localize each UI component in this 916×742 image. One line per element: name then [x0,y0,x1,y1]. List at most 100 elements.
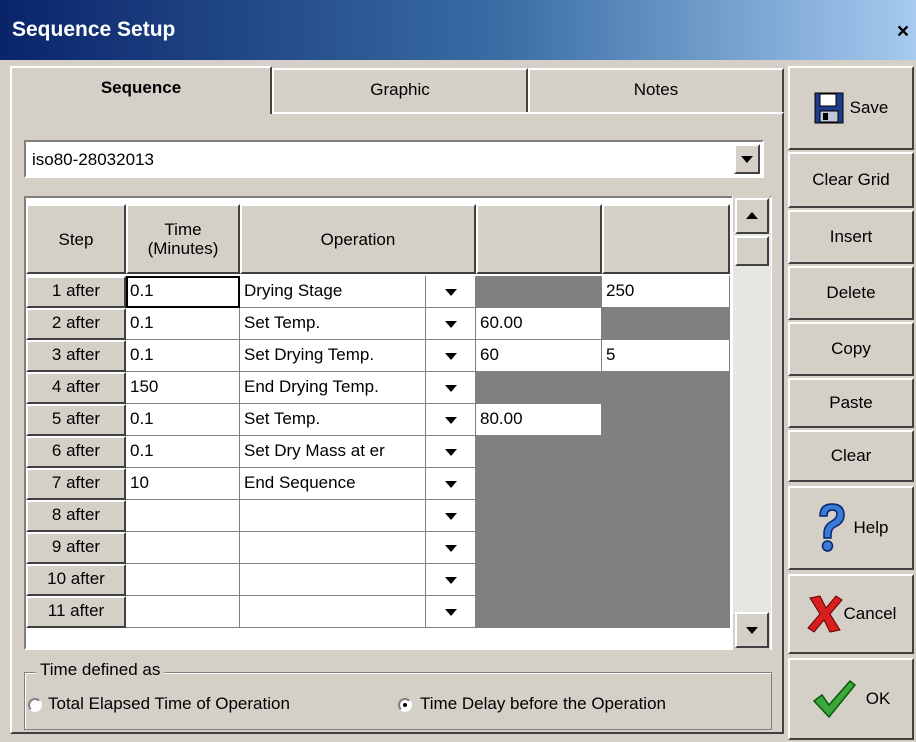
row-step-cell[interactable]: 7 after [26,468,126,500]
cancel-button[interactable]: Cancel [788,574,914,654]
operation-cell[interactable]: Set Temp. [240,308,426,340]
tab-notes[interactable]: Notes [528,68,784,112]
row-step-cell[interactable]: 4 after [26,372,126,404]
radio-total-elapsed-label[interactable]: Total Elapsed Time of Operation [48,694,290,714]
header-column-5[interactable] [602,204,730,274]
operation-dropdown-button[interactable] [426,468,476,500]
time-cell[interactable]: 0.1 [126,308,240,340]
table-row[interactable]: 4 after 150 End Drying Temp. [26,372,770,404]
sequence-select-dropdown-button[interactable] [734,144,760,174]
sequence-select[interactable]: iso80-28032013 [24,140,764,178]
operation-dropdown-button[interactable] [426,404,476,436]
row-step-cell[interactable]: 11 after [26,596,126,628]
time-cell[interactable]: 150 [126,372,240,404]
time-cell[interactable]: 0.1 [126,340,240,372]
window-title: Sequence Setup [12,18,176,41]
table-row[interactable]: 8 after [26,500,770,532]
operation-dropdown-button[interactable] [426,372,476,404]
operation-dropdown-button[interactable] [426,340,476,372]
tab-sequence[interactable]: Sequence [10,66,272,114]
operation-dropdown-button[interactable] [426,500,476,532]
row-step-cell[interactable]: 5 after [26,404,126,436]
time-cell[interactable] [126,532,240,564]
time-cell[interactable] [126,596,240,628]
time-cell[interactable]: 10 [126,468,240,500]
table-row[interactable]: 1 after 0.1 Drying Stage 250 [26,276,770,308]
operation-cell[interactable]: Set Temp. [240,404,426,436]
table-row[interactable]: 10 after [26,564,770,596]
column-4-cell[interactable]: 80.00 [476,404,602,436]
clear-grid-button[interactable]: Clear Grid [788,152,914,208]
time-cell[interactable]: 0.1 [126,436,240,468]
table-row[interactable]: 5 after 0.1 Set Temp. 80.00 [26,404,770,436]
chevron-down-icon [444,448,457,456]
operation-cell[interactable] [240,596,426,628]
paste-button[interactable]: Paste [788,378,914,428]
column-5-cell[interactable]: 5 [602,340,730,372]
scrollbar-thumb[interactable] [735,236,769,266]
help-button[interactable]: Help [788,486,914,570]
operation-cell[interactable] [240,564,426,596]
operation-dropdown-button[interactable] [426,564,476,596]
time-cell[interactable] [126,500,240,532]
sequence-grid[interactable]: Step Time (Minutes) Operation 1 after 0.1… [24,196,772,650]
table-row[interactable]: 11 after [26,596,770,628]
grid-vertical-scrollbar[interactable] [732,196,771,650]
operation-dropdown-button[interactable] [426,596,476,628]
operation-cell[interactable]: Set Dry Mass at er [240,436,426,468]
operation-cell[interactable]: Set Drying Temp. [240,340,426,372]
help-button-label: Help [853,518,889,537]
column-4-cell [476,564,602,596]
question-mark-icon [818,503,845,552]
time-cell[interactable]: 0.1 [126,276,240,308]
sequence-select-value: iso80-28032013 [32,150,154,169]
column-4-cell[interactable]: 60.00 [476,308,602,340]
row-step-cell[interactable]: 2 after [26,308,126,340]
tab-graphic[interactable]: Graphic [272,68,528,112]
operation-cell[interactable]: End Sequence [240,468,426,500]
scroll-down-button[interactable] [735,612,769,648]
operation-dropdown-button[interactable] [426,276,476,308]
table-row[interactable]: 7 after 10 End Sequence [26,468,770,500]
header-operation[interactable]: Operation [240,204,476,274]
table-row[interactable]: 6 after 0.1 Set Dry Mass at er [26,436,770,468]
radio-time-delay[interactable] [398,698,412,712]
operation-cell[interactable]: Drying Stage [240,276,426,308]
table-row[interactable]: 2 after 0.1 Set Temp. 60.00 [26,308,770,340]
time-cell[interactable] [126,564,240,596]
operation-cell[interactable] [240,500,426,532]
scrollbar-track[interactable] [733,232,771,614]
header-step[interactable]: Step [26,204,126,274]
row-step-cell[interactable]: 10 after [26,564,126,596]
column-5-cell[interactable]: 250 [602,276,730,308]
radio-total-elapsed[interactable] [28,698,42,712]
table-row[interactable]: 9 after [26,532,770,564]
operation-cell[interactable]: End Drying Temp. [240,372,426,404]
close-button[interactable]: × [892,20,914,44]
clear-button[interactable]: Clear [788,430,914,482]
ok-button[interactable]: OK [788,658,914,740]
column-4-cell[interactable]: 60 [476,340,602,372]
time-cell[interactable]: 0.1 [126,404,240,436]
row-step-cell[interactable]: 3 after [26,340,126,372]
column-4-cell [476,468,602,500]
row-step-cell[interactable]: 1 after [26,276,126,308]
operation-cell[interactable] [240,532,426,564]
operation-dropdown-button[interactable] [426,436,476,468]
table-row[interactable]: 3 after 0.1 Set Drying Temp. 60 5 [26,340,770,372]
row-step-cell[interactable]: 6 after [26,436,126,468]
row-step-cell[interactable]: 9 after [26,532,126,564]
scroll-up-button[interactable] [735,198,769,234]
radio-time-delay-label[interactable]: Time Delay before the Operation [420,694,666,714]
chevron-down-icon [444,608,457,616]
operation-dropdown-button[interactable] [426,532,476,564]
header-column-4[interactable] [476,204,602,274]
row-step-cell[interactable]: 8 after [26,500,126,532]
delete-button[interactable]: Delete [788,266,914,320]
operation-dropdown-button[interactable] [426,308,476,340]
header-time[interactable]: Time (Minutes) [126,204,240,274]
chevron-down-icon [444,576,457,584]
copy-button[interactable]: Copy [788,322,914,376]
save-button[interactable]: Save [788,66,914,150]
insert-button[interactable]: Insert [788,210,914,264]
